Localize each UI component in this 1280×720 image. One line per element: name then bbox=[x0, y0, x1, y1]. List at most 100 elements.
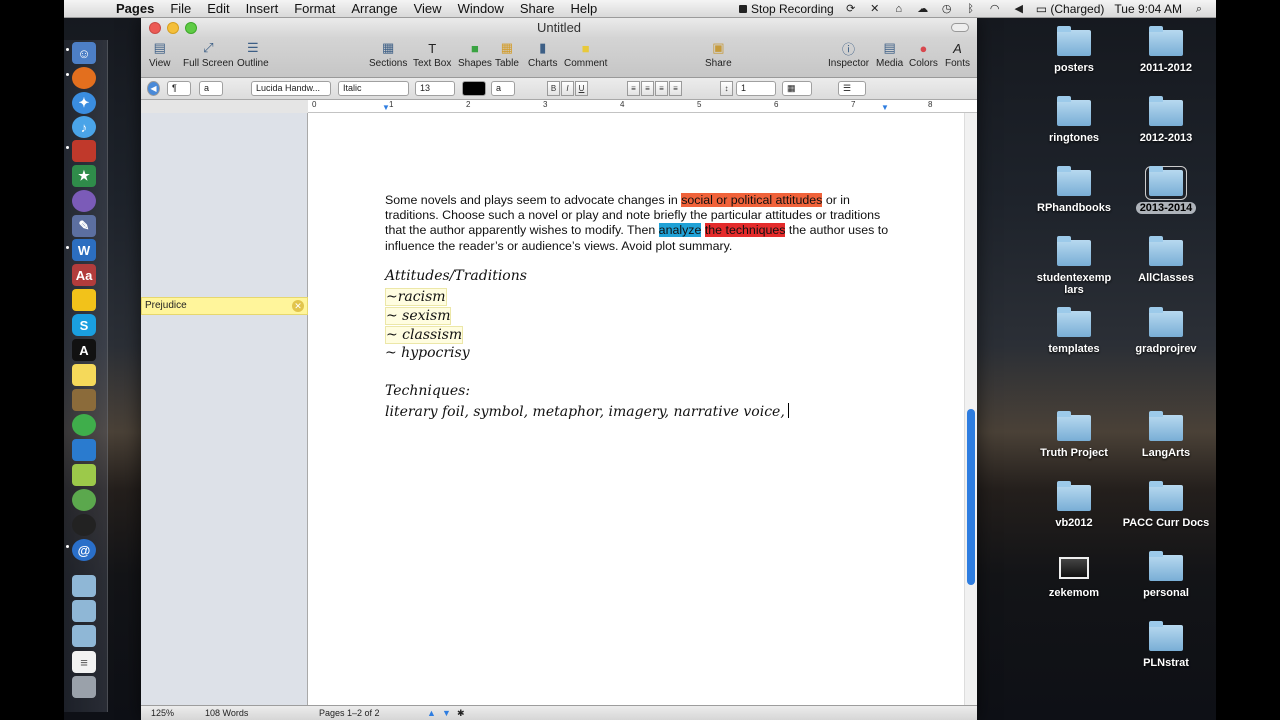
desktop-folder[interactable]: 2011-2012 bbox=[1121, 26, 1211, 74]
menu-clock[interactable]: Tue 9:04 AM bbox=[1114, 2, 1182, 16]
desktop-folder[interactable]: PACC Curr Docs bbox=[1121, 481, 1211, 529]
evernote-icon[interactable] bbox=[72, 489, 96, 511]
font-family-popup[interactable]: Lucida Handw... bbox=[251, 81, 331, 96]
dictionary-icon[interactable]: Aa bbox=[72, 264, 96, 286]
fonts-button[interactable]: A Fonts bbox=[945, 40, 970, 70]
sync-icon[interactable]: ⟳ bbox=[844, 3, 858, 15]
chrome-icon[interactable] bbox=[72, 414, 96, 436]
bold-button[interactable]: B bbox=[547, 81, 560, 96]
view-button[interactable]: ▤ View bbox=[149, 40, 171, 69]
dashboard-icon[interactable]: ★ bbox=[72, 165, 96, 187]
time-machine-icon[interactable]: ◷ bbox=[940, 3, 954, 15]
applications-folder-icon[interactable] bbox=[72, 575, 96, 597]
outline-button[interactable]: ☰ Outline bbox=[237, 40, 269, 69]
left-indent-marker-icon[interactable]: ▼ bbox=[382, 103, 390, 112]
font-style-popup[interactable]: Italic bbox=[338, 81, 409, 96]
gear-icon[interactable]: ✱ bbox=[457, 708, 465, 719]
desktop-folder[interactable]: Truth Project bbox=[1029, 411, 1119, 459]
page-up-icon[interactable]: ▲ bbox=[427, 708, 436, 718]
character-style-popup[interactable]: a bbox=[199, 81, 223, 96]
desktop-folder[interactable]: posters bbox=[1029, 26, 1119, 74]
spotlight-search-icon[interactable]: ⌕ bbox=[1192, 3, 1206, 15]
desktop-folder[interactable]: PLNstrat bbox=[1121, 621, 1211, 669]
desktop-folder[interactable]: gradprojrev bbox=[1121, 307, 1211, 355]
line-spacing-popup[interactable]: 1 bbox=[736, 81, 776, 96]
align-center-button[interactable]: ≡ bbox=[641, 81, 654, 96]
menu-edit[interactable]: Edit bbox=[199, 0, 237, 18]
system-prefs-icon[interactable]: @ bbox=[72, 539, 96, 561]
columns-popup[interactable]: ▦ bbox=[782, 81, 812, 96]
wifi-icon[interactable]: ◠ bbox=[988, 3, 1002, 15]
desktop-folder[interactable]: vb2012 bbox=[1029, 481, 1119, 529]
share-button[interactable]: ▣ Share bbox=[705, 40, 732, 69]
close-window-button[interactable] bbox=[149, 22, 161, 34]
battery-status[interactable]: ▭ (Charged) bbox=[1036, 2, 1105, 16]
font-size-field[interactable]: 13 bbox=[415, 81, 455, 96]
text-box-button[interactable]: T Text Box bbox=[413, 40, 451, 70]
notes-bird-icon[interactable] bbox=[72, 289, 96, 311]
charts-button[interactable]: ▮ Charts bbox=[528, 40, 557, 69]
trash-icon[interactable] bbox=[72, 676, 96, 698]
tools-icon[interactable]: ✕ bbox=[868, 3, 882, 15]
inspector-button[interactable]: ⓘ Inspector bbox=[828, 40, 869, 70]
photo-booth-icon[interactable] bbox=[72, 140, 96, 162]
colors-button[interactable]: ● Colors bbox=[909, 40, 938, 70]
right-indent-marker-icon[interactable]: ▼ bbox=[881, 103, 889, 112]
menu-window[interactable]: Window bbox=[450, 0, 512, 18]
glasses-app-icon[interactable] bbox=[72, 464, 96, 486]
document-canvas[interactable]: Some novels and plays seem to advocate c… bbox=[308, 113, 977, 705]
safari-icon[interactable]: ✦ bbox=[72, 92, 96, 114]
media-button[interactable]: ▤ Media bbox=[876, 40, 903, 69]
minimize-window-button[interactable] bbox=[167, 22, 179, 34]
desktop-folder[interactable]: LangArts bbox=[1121, 411, 1211, 459]
italic-button[interactable]: I bbox=[561, 81, 574, 96]
zoom-window-button[interactable] bbox=[185, 22, 197, 34]
stickies-icon[interactable] bbox=[72, 364, 96, 386]
comment-button[interactable]: ■ Comment bbox=[564, 40, 607, 70]
align-left-button[interactable]: ≡ bbox=[627, 81, 640, 96]
delete-comment-icon[interactable]: ✕ bbox=[292, 300, 304, 312]
menu-insert[interactable]: Insert bbox=[238, 0, 287, 18]
desktop-folder[interactable]: personal bbox=[1121, 551, 1211, 599]
sections-button[interactable]: ▦ Sections bbox=[369, 40, 407, 69]
document-stack-icon[interactable]: ≡ bbox=[72, 651, 96, 673]
page-down-icon[interactable]: ▼ bbox=[442, 708, 451, 718]
menu-share[interactable]: Share bbox=[512, 0, 563, 18]
menu-arrange[interactable]: Arrange bbox=[343, 0, 405, 18]
script-editor-icon[interactable]: ✎ bbox=[72, 215, 96, 237]
menu-view[interactable]: View bbox=[406, 0, 450, 18]
full-screen-button[interactable]: ⤢ Full Screen bbox=[183, 40, 234, 69]
paragraph-style-popup[interactable]: ¶ bbox=[167, 81, 191, 96]
desktop-folder[interactable]: RPhandbooks bbox=[1029, 166, 1119, 214]
highlight-color-well[interactable]: a bbox=[491, 81, 515, 96]
word-icon[interactable]: W bbox=[72, 239, 96, 261]
clock-app-icon[interactable] bbox=[72, 514, 96, 536]
skype-icon[interactable]: S bbox=[72, 314, 96, 336]
desktop-folder[interactable]: ringtones bbox=[1029, 96, 1119, 144]
justify-button[interactable]: ≡ bbox=[669, 81, 682, 96]
stop-recording-button[interactable]: Stop Recording bbox=[738, 2, 834, 16]
itunes-u-icon[interactable] bbox=[72, 190, 96, 212]
desktop-folder-selected[interactable]: 2013-2014 bbox=[1121, 166, 1211, 214]
text-color-well[interactable] bbox=[462, 81, 486, 96]
menu-help[interactable]: Help bbox=[563, 0, 606, 18]
downloads-folder-icon[interactable] bbox=[72, 625, 96, 647]
desktop-folder[interactable]: AllClasses bbox=[1121, 236, 1211, 284]
scrollbar-thumb[interactable] bbox=[967, 409, 975, 585]
documents-folder-icon[interactable] bbox=[72, 600, 96, 622]
desktop-folder[interactable]: 2012-2013 bbox=[1121, 96, 1211, 144]
desktop-file[interactable]: zekemom bbox=[1029, 557, 1119, 599]
horizontal-ruler[interactable]: 0 1 2 3 4 5 6 7 8 ▼ ▼ bbox=[308, 100, 977, 113]
volume-icon[interactable]: ◀ bbox=[1012, 3, 1026, 15]
menu-format[interactable]: Format bbox=[286, 0, 343, 18]
font-book-icon[interactable]: A bbox=[72, 339, 96, 361]
zoom-popup[interactable]: 125% bbox=[151, 708, 174, 718]
vertical-scrollbar[interactable] bbox=[964, 113, 977, 705]
iphoto-icon[interactable] bbox=[72, 389, 96, 411]
table-button[interactable]: ▦ Table bbox=[495, 40, 519, 69]
list-style-popup[interactable]: ☰ bbox=[838, 81, 866, 96]
home-icon[interactable]: ⌂ bbox=[892, 3, 906, 15]
underline-button[interactable]: U bbox=[575, 81, 588, 96]
desktop-folder[interactable]: studentexemp lars bbox=[1029, 236, 1119, 296]
twitter-icon[interactable] bbox=[72, 439, 96, 461]
